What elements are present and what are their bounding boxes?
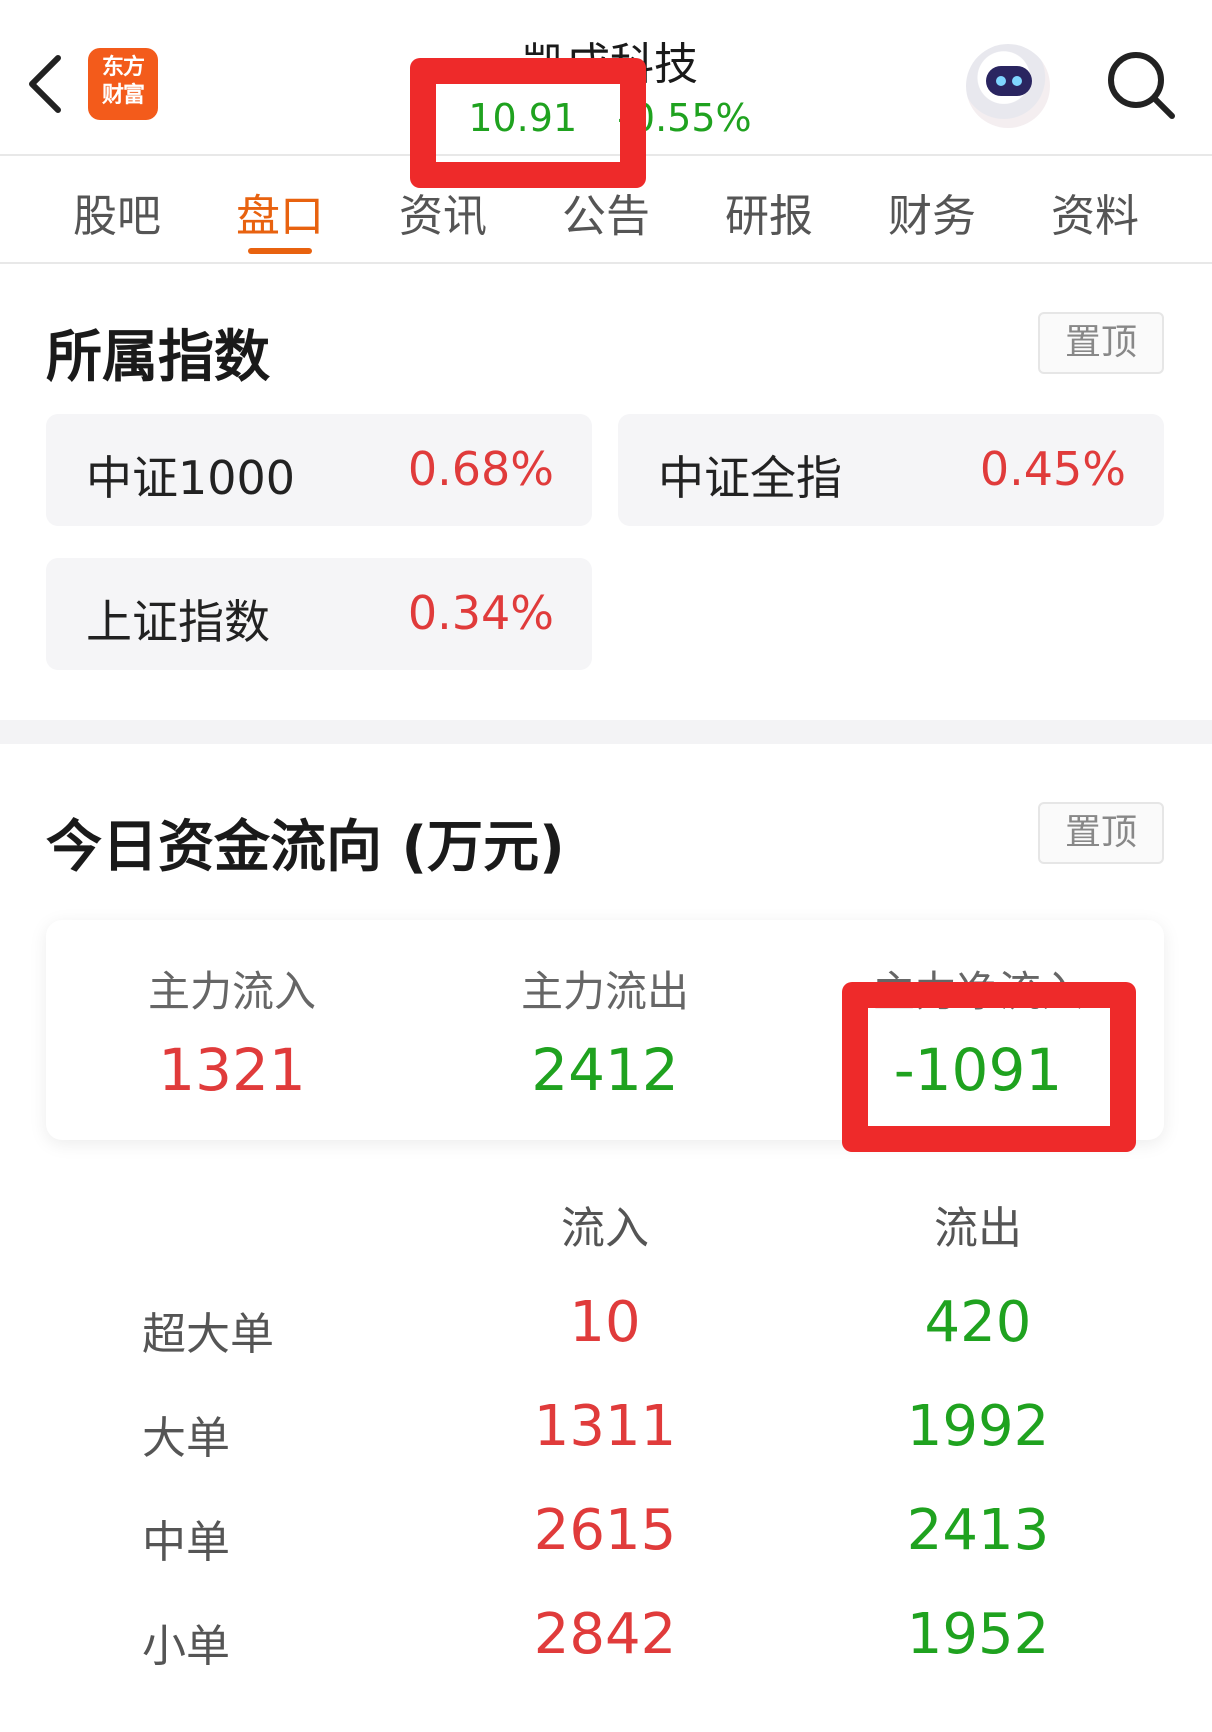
index-name: 中证全指 xyxy=(658,451,842,505)
column-header-inflow: 流入 xyxy=(561,1203,649,1254)
tab-guba[interactable]: 股吧 xyxy=(42,180,192,244)
cell-outflow: 2413 xyxy=(906,1498,1050,1563)
cell-inflow: 2615 xyxy=(533,1498,677,1563)
main-outflow-value: 2412 xyxy=(531,1036,679,1104)
section-separator xyxy=(0,720,1212,744)
index-card[interactable]: 上证指数 0.34% xyxy=(46,558,592,670)
indices-pin-button[interactable]: 置顶 xyxy=(1038,312,1164,374)
robot-face xyxy=(986,66,1032,96)
main-outflow-label: 主力流出 xyxy=(520,967,689,1016)
cell-inflow: 10 xyxy=(569,1290,641,1355)
indices-title: 所属指数 xyxy=(46,325,270,390)
tab-pankou[interactable]: 盘口 xyxy=(205,180,355,244)
row-label-medium: 中单 xyxy=(142,1517,230,1568)
column-header-outflow: 流出 xyxy=(934,1203,1022,1254)
back-button[interactable] xyxy=(22,48,70,120)
row-label-super-large: 超大单 xyxy=(142,1309,274,1360)
cell-inflow: 2842 xyxy=(533,1602,677,1667)
index-card[interactable]: 中证1000 0.68% xyxy=(46,414,592,526)
highlight-box-price xyxy=(410,58,646,188)
logo-text-line1: 东方 xyxy=(101,55,145,80)
robot-eye-right xyxy=(1012,76,1022,86)
app-logo[interactable]: 东方 财富 xyxy=(88,48,158,120)
highlight-box-net-inflow xyxy=(842,982,1136,1152)
fund-flow-title: 今日资金流向 (万元) xyxy=(46,815,565,880)
cell-inflow: 1311 xyxy=(533,1394,677,1459)
index-change: 0.68% xyxy=(407,442,554,496)
search-button[interactable] xyxy=(1104,48,1178,122)
main-inflow-label: 主力流入 xyxy=(147,967,316,1016)
index-name: 上证指数 xyxy=(86,595,270,649)
row-label-small: 小单 xyxy=(142,1621,230,1672)
tab-finance[interactable]: 财务 xyxy=(857,180,1007,244)
cell-outflow: 1952 xyxy=(906,1602,1050,1667)
cell-outflow: 1992 xyxy=(906,1394,1050,1459)
logo-text-line2: 财富 xyxy=(101,83,145,108)
index-name: 中证1000 xyxy=(86,451,296,505)
tab-news[interactable]: 资讯 xyxy=(368,180,518,244)
tabs-divider xyxy=(0,262,1212,264)
index-change: 0.34% xyxy=(407,586,554,640)
row-label-large: 大单 xyxy=(142,1413,230,1464)
index-card[interactable]: 中证全指 0.45% xyxy=(618,414,1164,526)
tab-announcements[interactable]: 公告 xyxy=(531,180,681,244)
fund-flow-pin-button[interactable]: 置顶 xyxy=(1038,802,1164,864)
index-change: 0.45% xyxy=(979,442,1126,496)
active-tab-indicator xyxy=(248,248,312,254)
search-icon xyxy=(1108,52,1175,119)
back-arrow-icon xyxy=(29,55,61,113)
main-inflow-value: 1321 xyxy=(158,1036,306,1104)
robot-eye-left xyxy=(996,76,1006,86)
tab-research[interactable]: 研报 xyxy=(694,180,844,244)
cell-outflow: 420 xyxy=(924,1290,1032,1355)
tab-profile[interactable]: 资料 xyxy=(1020,180,1170,244)
